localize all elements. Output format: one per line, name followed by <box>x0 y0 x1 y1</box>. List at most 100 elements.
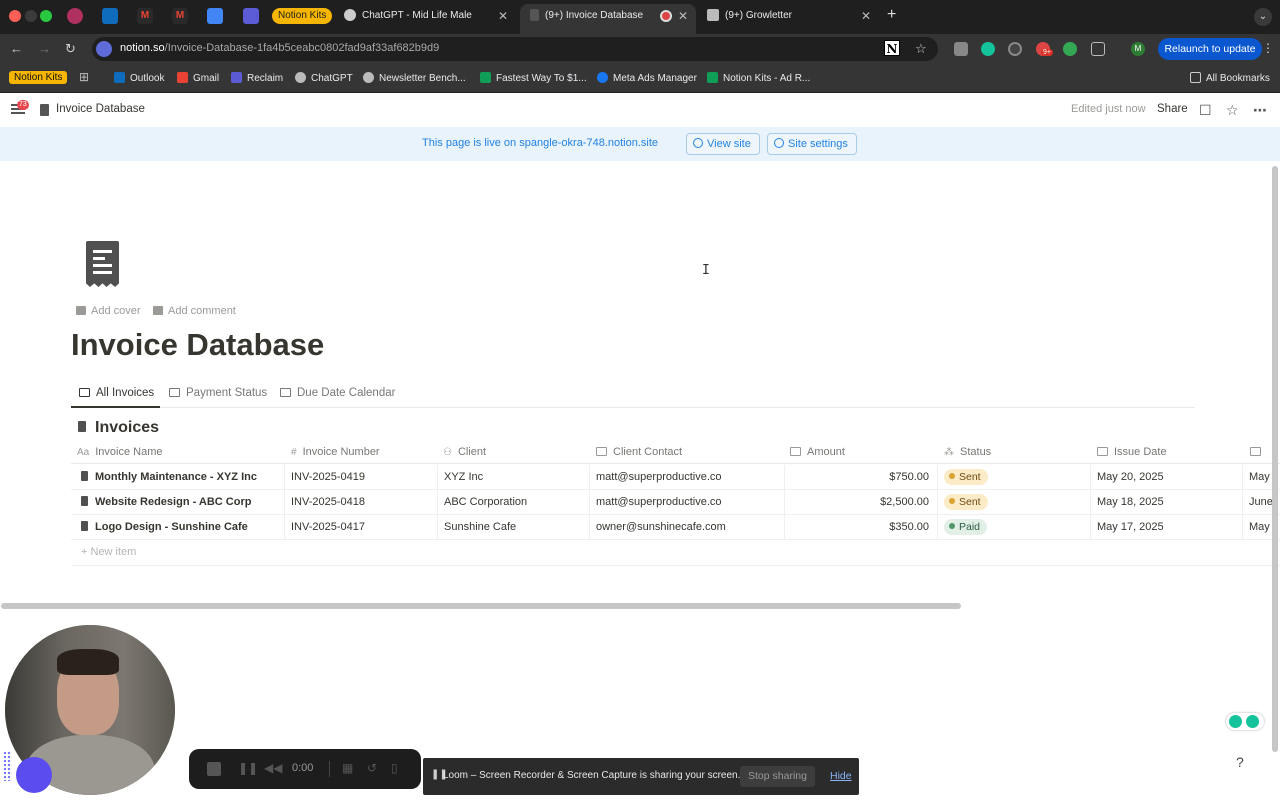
client-contact-cell[interactable]: matt@superproductive.co <box>590 465 785 490</box>
help-icon[interactable]: ? <box>1236 754 1244 770</box>
breadcrumb[interactable]: Invoice Database <box>56 103 145 115</box>
amount-cell[interactable]: $2,500.00 <box>785 490 938 515</box>
client-contact-cell[interactable]: owner@sunshinecafe.com <box>590 515 785 540</box>
bookmark-reclaim[interactable]: Reclaim <box>231 72 283 84</box>
site-settings-button[interactable]: Site settings <box>767 133 857 155</box>
database-title[interactable]: Invoices <box>78 419 159 437</box>
gmail-tab-icon[interactable]: M <box>137 8 153 24</box>
tab-payment-status[interactable]: Payment Status <box>169 387 267 399</box>
forward-icon[interactable]: → <box>38 41 51 56</box>
bookmark-star-icon[interactable]: ☆ <box>915 41 927 57</box>
invoice-number-cell[interactable]: INV-2025-0418 <box>285 490 438 515</box>
play-extension-icon[interactable] <box>1063 42 1077 56</box>
tab-all-invoices[interactable]: All Invoices <box>79 387 154 399</box>
browser-menu-icon[interactable]: ⋮ <box>1262 41 1274 55</box>
address-bar[interactable]: notion.so/Invoice-Database-1fa4b5ceabc08… <box>92 37 938 61</box>
zoom-window-button[interactable] <box>40 10 52 22</box>
pause-icon[interactable]: ❚❚ <box>238 761 258 775</box>
camera-extension-icon[interactable] <box>954 42 968 56</box>
bookmark-newsletter-bench[interactable]: Newsletter Bench... <box>363 72 466 84</box>
invoice-name-cell[interactable]: Logo Design - Sunshine Cafe <box>71 515 285 540</box>
minimize-window-button[interactable] <box>25 10 37 22</box>
published-banner-text[interactable]: This page is live on spangle-okra-748.no… <box>422 137 658 149</box>
reload-icon[interactable]: ↻ <box>65 41 76 57</box>
reclaim-tab-icon[interactable] <box>243 8 259 24</box>
column-header-issue-date[interactable]: Issue Date <box>1097 446 1167 458</box>
status-cell[interactable]: Paid <box>938 515 1091 540</box>
bookmark-gmail[interactable]: Gmail <box>177 72 219 84</box>
rewind-icon[interactable]: ◀◀ <box>264 761 282 775</box>
comments-icon[interactable]: ☐ <box>1199 102 1212 119</box>
vertical-scrollbar[interactable] <box>1272 166 1278 752</box>
column-header-status[interactable]: ⁂ Status <box>944 446 991 458</box>
page-title[interactable]: Invoice Database <box>71 327 324 363</box>
puzzle-extensions-icon[interactable] <box>1091 42 1105 56</box>
bookmark-outlook[interactable]: Outlook <box>114 72 164 84</box>
trash-icon[interactable]: ▯ <box>391 761 398 775</box>
bookmark-notion-kits[interactable]: Notion Kits <box>9 71 68 84</box>
tab-chatgpt[interactable]: ChatGPT - Mid Life Male ✕ <box>344 5 508 27</box>
back-icon[interactable]: ← <box>10 41 23 56</box>
page-receipt-icon[interactable] <box>86 241 119 287</box>
pinned-tab-icon[interactable] <box>67 8 83 24</box>
close-window-button[interactable] <box>9 10 21 22</box>
column-header-amount[interactable]: Amount <box>790 446 845 458</box>
issue-date-cell[interactable]: May 17, 2025 <box>1091 515 1243 540</box>
horizontal-scrollbar[interactable] <box>1 603 961 609</box>
calendar-tab-icon[interactable] <box>207 8 223 24</box>
tab-growletter[interactable]: (9+) Growletter ✕ <box>707 5 871 27</box>
status-cell[interactable]: Sent <box>938 490 1091 515</box>
notion-extension-icon[interactable]: N <box>884 40 900 56</box>
bookmark-notion-kits-ad[interactable]: Notion Kits - Ad R... <box>707 72 810 84</box>
all-bookmarks[interactable]: All Bookmarks <box>1190 72 1270 84</box>
bookmark-chatgpt[interactable]: ChatGPT <box>295 72 353 84</box>
gmail-tab-icon[interactable]: M <box>172 8 188 24</box>
close-tab-icon[interactable]: ✕ <box>498 5 508 27</box>
tab-notion-kits[interactable]: Notion Kits <box>272 8 333 24</box>
grid-icon[interactable]: ▦ <box>342 761 353 775</box>
share-button[interactable]: Share <box>1157 103 1188 115</box>
apps-grid-icon[interactable]: ⊞ <box>79 70 89 84</box>
url-text[interactable]: notion.so/Invoice-Database-1fa4b5ceabc08… <box>120 42 439 54</box>
restart-icon[interactable]: ↺ <box>367 761 377 775</box>
tab-search-icon[interactable]: ⌄ <box>1254 8 1272 26</box>
invoice-number-cell[interactable]: INV-2025-0419 <box>285 465 438 490</box>
close-tab-icon[interactable]: ✕ <box>678 4 688 28</box>
status-cell[interactable]: Sent <box>938 465 1091 490</box>
loom-icon[interactable] <box>16 757 52 793</box>
add-comment-button[interactable]: Add comment <box>153 305 236 317</box>
drag-handle-icon[interactable] <box>3 751 12 781</box>
issue-date-cell[interactable]: May 20, 2025 <box>1091 465 1243 490</box>
relaunch-button[interactable]: Relaunch to update <box>1158 38 1262 60</box>
new-tab-icon[interactable]: + <box>887 6 896 24</box>
tab-due-date-calendar[interactable]: Due Date Calendar <box>280 387 395 399</box>
site-info-icon[interactable] <box>96 41 112 57</box>
invoice-name-cell[interactable]: Monthly Maintenance - XYZ Inc <box>71 465 285 490</box>
column-header-invoice-name[interactable]: Aa Invoice Name <box>77 446 163 458</box>
amount-cell[interactable]: $350.00 <box>785 515 938 540</box>
add-cover-button[interactable]: Add cover <box>76 305 141 317</box>
profile-avatar[interactable]: M <box>1131 42 1145 56</box>
more-options-icon[interactable]: ⋯ <box>1253 102 1267 119</box>
client-contact-cell[interactable]: matt@superproductive.co <box>590 490 785 515</box>
column-header-invoice-number[interactable]: # Invoice Number <box>291 446 380 458</box>
grammarly-widget[interactable] <box>1226 713 1264 730</box>
hide-button[interactable]: Hide <box>830 770 852 782</box>
bookmark-fastest-way[interactable]: Fastest Way To $1... <box>480 72 587 84</box>
invoice-number-cell[interactable]: INV-2025-0417 <box>285 515 438 540</box>
column-header-client[interactable]: ⚇ Client <box>443 446 486 458</box>
invoice-name-cell[interactable]: Website Redesign - ABC Corp <box>71 490 285 515</box>
extension-icon[interactable] <box>1008 42 1022 56</box>
bookmark-meta-ads[interactable]: Meta Ads Manager <box>597 72 697 84</box>
view-site-button[interactable]: View site <box>686 133 760 155</box>
client-cell[interactable]: ABC Corporation <box>438 490 590 515</box>
favorite-star-icon[interactable]: ☆ <box>1226 102 1239 119</box>
outlook-tab-icon[interactable] <box>102 8 118 24</box>
issue-date-cell[interactable]: May 18, 2025 <box>1091 490 1243 515</box>
table-row[interactable]: Monthly Maintenance - XYZ Inc INV-2025-0… <box>71 465 1280 490</box>
table-row[interactable]: Logo Design - Sunshine Cafe INV-2025-041… <box>71 515 1280 540</box>
client-cell[interactable]: XYZ Inc <box>438 465 590 490</box>
column-header-due-date[interactable] <box>1250 446 1267 458</box>
new-item-button[interactable]: + New item <box>71 539 1280 566</box>
amount-cell[interactable]: $750.00 <box>785 465 938 490</box>
